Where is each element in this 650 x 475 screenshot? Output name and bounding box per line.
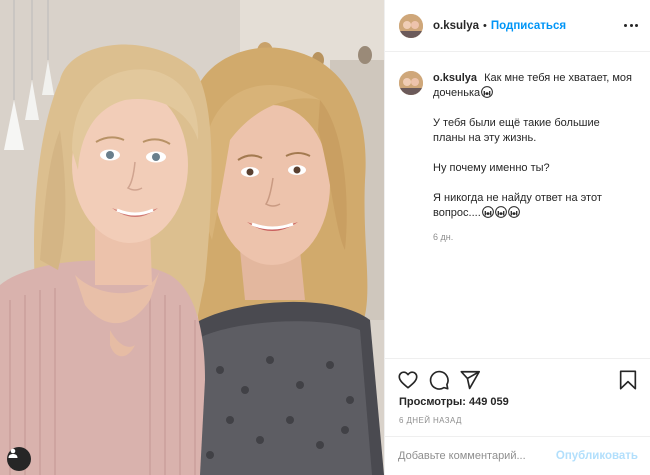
avatar[interactable] <box>399 13 423 38</box>
caption-text: o.ksulya Как мне тебя не хватает, моя до… <box>433 71 633 245</box>
crying-face-emoji-icon <box>481 86 494 98</box>
caption-timestamp[interactable]: 6 дн. <box>433 230 633 245</box>
more-options-icon[interactable] <box>624 24 638 27</box>
caption-paragraph: У тебя были ещё такие большие планы на э… <box>433 117 600 144</box>
post-header: o.ksulya • Подписаться <box>385 0 650 52</box>
send-icon[interactable] <box>459 369 481 391</box>
username-link[interactable]: o.ksulya <box>433 20 479 32</box>
post-side-panel: o.ksulya • Подписаться o.ksulya Как мне … <box>384 0 650 475</box>
views-number: 449 059 <box>468 396 509 408</box>
caption-avatar[interactable] <box>399 71 423 95</box>
person-glyph <box>8 448 18 458</box>
caption-paragraph: o.ksulya Как мне тебя не хватает, моя до… <box>433 71 633 101</box>
caption-username-link[interactable]: o.ksulya <box>433 72 477 84</box>
crying-face-emoji-icon <box>494 206 507 218</box>
caption-paragraph: Ну почему именно ты? <box>433 162 550 174</box>
bookmark-icon[interactable] <box>617 369 639 391</box>
crying-face-emoji-icon <box>507 206 520 218</box>
avatar-image <box>399 13 423 38</box>
views-count: Просмотры: 449 059 <box>399 396 509 408</box>
account-icon[interactable] <box>7 447 31 471</box>
separator-dot: • <box>483 19 487 32</box>
crying-face-emoji-icon <box>481 206 494 218</box>
post-date[interactable]: 6 ДНЕЙ НАЗАД <box>399 416 462 425</box>
views-label: Просмотры: <box>399 396 466 408</box>
heart-icon[interactable] <box>397 369 419 391</box>
comment-icon[interactable] <box>428 369 450 391</box>
post-photo[interactable] <box>0 0 384 475</box>
caption-paragraph: Я никогда не найду ответ на этот вопрос.… <box>433 191 633 221</box>
comment-input[interactable] <box>398 450 556 462</box>
photo-illustration <box>0 0 384 475</box>
publish-button[interactable]: Опубликовать <box>556 450 638 462</box>
avatar-image <box>399 71 423 95</box>
caption: o.ksulya Как мне тебя не хватает, моя до… <box>399 71 639 245</box>
comment-form: Опубликовать <box>385 436 650 475</box>
follow-button[interactable]: Подписаться <box>491 20 566 32</box>
